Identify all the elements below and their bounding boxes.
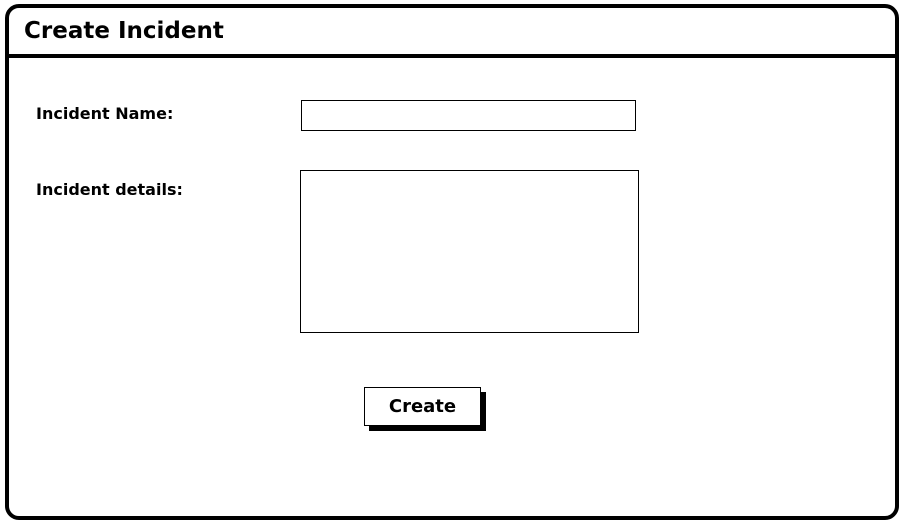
title-bar: Create Incident — [9, 8, 895, 58]
incident-details-textarea[interactable] — [300, 170, 639, 333]
incident-name-label: Incident Name: — [36, 104, 174, 123]
window-title: Create Incident — [24, 18, 224, 44]
create-button[interactable]: Create — [364, 387, 481, 426]
create-incident-window: Create Incident Incident Name: Incident … — [5, 4, 899, 520]
incident-details-label: Incident details: — [36, 180, 183, 199]
incident-name-input[interactable] — [301, 100, 636, 131]
